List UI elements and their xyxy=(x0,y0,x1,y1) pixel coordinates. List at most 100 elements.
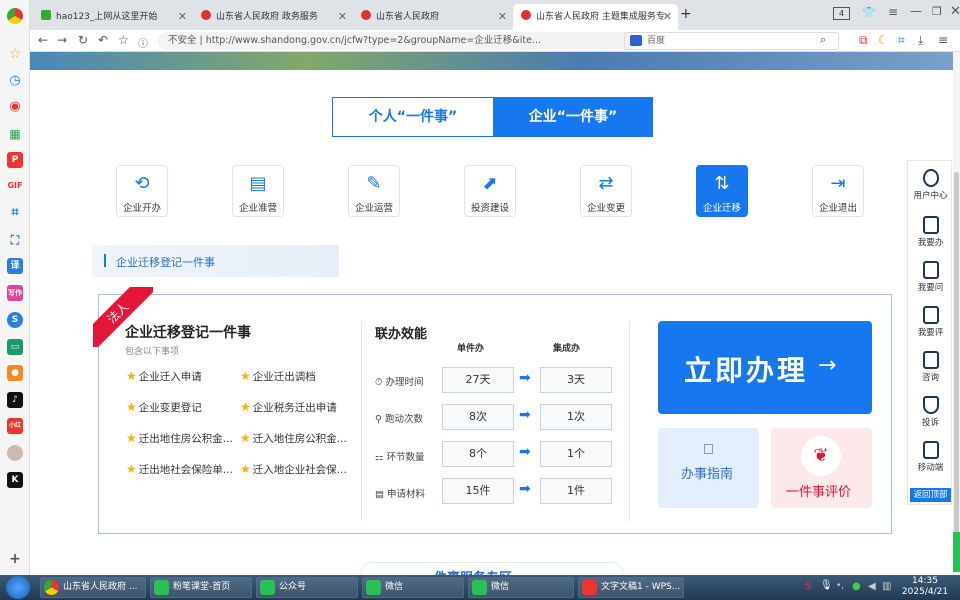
list-item[interactable]: ★ 迁出地社会保险单... xyxy=(126,462,233,477)
category-migrate[interactable]: ⇅ 企业迁移 xyxy=(696,165,748,217)
i-want-do[interactable]: 我要办 xyxy=(908,216,953,248)
tab-enterprise[interactable]: 企业“一件事” xyxy=(493,98,653,136)
close-window-button[interactable]: ✕ xyxy=(950,4,960,19)
float-widget[interactable] xyxy=(953,532,960,572)
crop-icon[interactable]: ⌗ xyxy=(7,205,23,221)
tab-gov[interactable]: 山东省人民政府 ✕ xyxy=(353,4,513,30)
restore-button[interactable]: ❐ xyxy=(932,5,942,18)
list-item[interactable]: ★ 迁出地住房公积金... xyxy=(126,431,233,446)
shirt-icon[interactable]: 👕 xyxy=(862,6,876,19)
taskbar-item-official[interactable]: 公众号 xyxy=(256,577,358,598)
mobile[interactable]: 移动端 xyxy=(908,441,953,473)
i-want-rate[interactable]: 我要评 xyxy=(908,306,953,338)
download-icon[interactable]: ⤓ xyxy=(918,33,923,48)
menu-icon[interactable]: ≡ xyxy=(888,5,898,19)
undo-icon[interactable]: ↶ xyxy=(98,33,108,47)
start-button[interactable] xyxy=(6,576,30,599)
crop-icon[interactable]: ⌗ xyxy=(898,33,905,48)
edit-icon xyxy=(922,306,939,324)
list-item[interactable]: ★ 迁入地企业社会保... xyxy=(240,462,347,477)
category-operate[interactable]: ✎ 企业运营 xyxy=(348,165,400,217)
close-icon[interactable]: ✕ xyxy=(338,4,347,30)
arrow-right-icon: → xyxy=(818,353,837,378)
guide-button[interactable]: 办事指南 xyxy=(658,428,759,508)
volume-icon[interactable]: ◀ xyxy=(868,581,876,592)
search-icon[interactable]: ⌕ xyxy=(820,33,826,47)
list-item[interactable]: ★ 企业迁出调档 xyxy=(240,369,316,384)
star-icon[interactable]: ☆ xyxy=(7,46,23,62)
tray-icon[interactable]: ● xyxy=(852,581,861,592)
history-icon[interactable]: ◷ xyxy=(7,73,23,89)
list-item[interactable]: ★ 企业迁入申请 xyxy=(126,369,202,384)
pdf-icon[interactable]: ⧉ xyxy=(859,33,868,48)
star-icon: ★ xyxy=(126,431,137,445)
add-icon[interactable]: + xyxy=(7,551,23,567)
bookmark-icon[interactable]: ☆ xyxy=(118,33,129,47)
forward-icon[interactable]: → xyxy=(57,33,67,47)
writing-icon[interactable]: 写作 xyxy=(7,285,23,301)
avatar-icon[interactable] xyxy=(7,445,23,461)
punct-icon[interactable]: •, xyxy=(836,581,844,591)
app-icon[interactable]: ● xyxy=(7,365,23,381)
category-open[interactable]: ⟲ 企业开办 xyxy=(116,165,168,217)
category-permit[interactable]: ▤ 企业准营 xyxy=(232,165,284,217)
category-invest[interactable]: ⬈ 投资建设 xyxy=(464,165,516,217)
category-exit[interactable]: ⇥ 企业退出 xyxy=(812,165,864,217)
taskbar-item-wps[interactable]: 文字文稿1 - WPS... xyxy=(578,577,684,598)
clock[interactable]: 14:35 2025/4/21 xyxy=(895,576,955,598)
sub-header: 企业迁移登记一件事 xyxy=(92,245,339,277)
record-icon[interactable]: ◉ xyxy=(7,99,23,115)
tool-icon[interactable]: S xyxy=(7,312,23,328)
taskbar-item-wechat2[interactable]: 微信 xyxy=(468,577,574,598)
search-box[interactable]: 百度 xyxy=(624,32,839,50)
emblem-icon xyxy=(361,10,371,20)
scroll-thumb[interactable] xyxy=(954,172,959,552)
tab-active[interactable]: 山东省人民政府 主题集成服务专 ✕ xyxy=(513,4,678,30)
scrollbar[interactable] xyxy=(953,52,960,575)
list-item[interactable]: ★ 企业变更登记 xyxy=(126,400,202,415)
browser-logo-icon[interactable] xyxy=(7,8,23,24)
redbook-icon[interactable]: 小红书 xyxy=(7,418,23,445)
ime-icon[interactable]: S xyxy=(805,581,811,592)
translate-icon[interactable]: 译 xyxy=(7,258,23,274)
emblem-icon xyxy=(521,10,531,20)
new-tab-button[interactable]: + xyxy=(680,6,692,22)
tab-personal[interactable]: 个人“一件事” xyxy=(333,98,493,136)
close-icon[interactable]: ✕ xyxy=(178,4,187,30)
tab-hao123[interactable]: hao123_上网从这里开始 ✕ xyxy=(33,4,193,30)
star-icon: ★ xyxy=(126,400,137,414)
user-center[interactable]: 用户中心 xyxy=(908,169,953,201)
taskbar-item-wechat[interactable]: 微信 xyxy=(362,577,464,598)
evaluate-button[interactable]: ❦ 一件事评价 xyxy=(771,428,872,508)
i-want-ask[interactable]: 我要问 xyxy=(908,261,953,293)
complaint[interactable]: 投诉 xyxy=(908,396,953,428)
list-item[interactable]: ★ 迁入地住房公积金... xyxy=(240,431,347,446)
apply-now-button[interactable]: 立即办理 → xyxy=(658,321,872,414)
list-item[interactable]: ★ 企业税务迁出申请 xyxy=(240,400,337,415)
url-field[interactable]: 不安全 | http://www.shandong.gov.cn/jcfw?ty… xyxy=(158,32,636,50)
tab-gov-service[interactable]: 山东省人民政府 政务服务 ✕ xyxy=(193,4,353,30)
mic-icon[interactable]: 🎙 xyxy=(820,580,833,591)
category-change[interactable]: ⇄ 企业变更 xyxy=(580,165,632,217)
screen-icon[interactable]: ▭ xyxy=(7,339,23,355)
pdf-icon[interactable]: P xyxy=(7,152,23,168)
back-to-top-button[interactable]: 返回顶部 xyxy=(910,488,951,502)
tab-count-badge[interactable]: 4 xyxy=(833,7,850,20)
close-icon[interactable]: ✕ xyxy=(663,4,672,30)
minimize-button[interactable]: — xyxy=(910,4,922,18)
taskbar-item-browser[interactable]: 山东省人民政府 ... xyxy=(40,577,146,598)
reload-icon[interactable]: ↻ xyxy=(78,33,88,47)
back-icon[interactable]: ← xyxy=(38,33,48,47)
network-icon[interactable]: ▥ xyxy=(882,581,891,592)
tiktok-icon[interactable]: ♪ xyxy=(7,392,23,408)
taskbar-item-fenbi[interactable]: 粉笔课堂-首页 xyxy=(150,577,252,598)
consult[interactable]: 咨询 xyxy=(908,351,953,383)
gif-icon[interactable]: GIF xyxy=(7,178,23,194)
chat-icon xyxy=(922,351,939,369)
more-icon[interactable]: ≡ xyxy=(938,33,948,47)
k-app-icon[interactable]: K xyxy=(7,472,23,488)
scan-icon[interactable]: ⛶ xyxy=(7,232,23,248)
close-icon[interactable]: ✕ xyxy=(498,4,507,30)
moon-icon[interactable]: ☾ xyxy=(878,33,889,47)
apps-icon[interactable]: ▦ xyxy=(7,126,23,142)
